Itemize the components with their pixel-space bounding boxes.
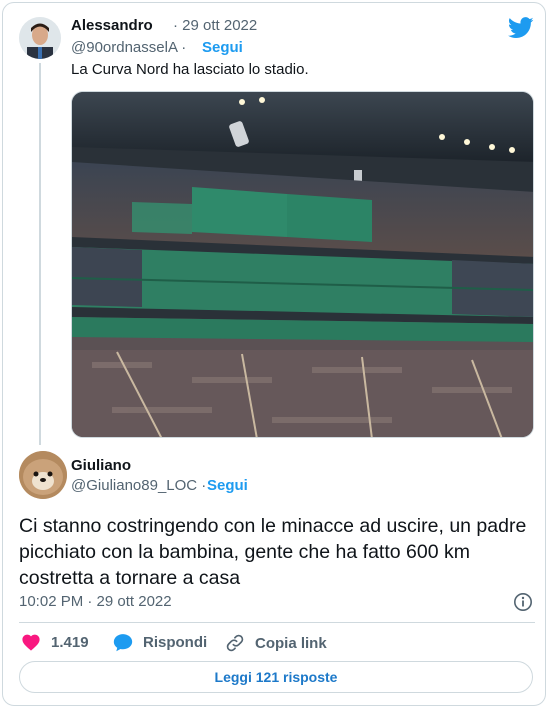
quoted-author-handle[interactable]: @90ordnasselA · — [71, 39, 186, 56]
reply-button[interactable]: Rispondi — [113, 633, 207, 652]
divider — [19, 622, 535, 623]
copy-link-button[interactable]: Copia link — [225, 633, 327, 653]
embedded-tweet-card: Alessandro · 29 ott 2022 @90ordnasselA ·… — [2, 2, 546, 706]
quoted-author-name[interactable]: Alessandro — [71, 17, 153, 34]
reply-label: Rispondi — [143, 634, 208, 651]
speech-bubble-icon — [113, 634, 133, 652]
read-replies-button[interactable]: Leggi 121 risposte — [19, 661, 533, 693]
quoted-tweet-text: La Curva Nord ha lasciato lo stadio. — [71, 61, 309, 78]
follow-button-giuliano[interactable]: Segui — [207, 477, 248, 494]
copy-link-label: Copia link — [255, 634, 327, 652]
like-count: 1.419 — [51, 633, 89, 651]
tweet-timestamp[interactable]: 10:02 PM · 29 ott 2022 — [19, 593, 172, 610]
info-icon[interactable] — [513, 592, 533, 612]
heart-icon — [22, 634, 40, 651]
twitter-bird-icon[interactable] — [508, 17, 534, 39]
like-button[interactable]: 1.419 — [21, 633, 89, 651]
follow-button-alessandro[interactable]: Segui — [202, 39, 243, 56]
avatar-giuliano[interactable] — [19, 451, 67, 499]
tweet-text: Ci stanno costringendo con le minacce ad… — [19, 515, 527, 589]
quoted-tweet-date[interactable]: · 29 ott 2022 — [173, 17, 257, 34]
author-name[interactable]: Giuliano — [71, 457, 131, 474]
avatar-alessandro[interactable] — [19, 17, 61, 59]
thread-connector-line — [39, 63, 41, 445]
author-handle[interactable]: @Giuliano89_LOC · — [71, 477, 206, 494]
link-icon — [226, 634, 244, 652]
stadium-photo[interactable] — [71, 91, 534, 438]
